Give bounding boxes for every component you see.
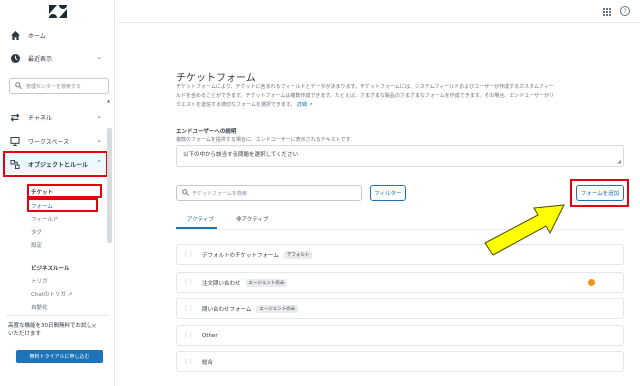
start-trial-button[interactable]: 無料トライアルに申し込む — [16, 350, 103, 363]
sidebar-item-label: ホーム — [28, 32, 46, 40]
sidebar-item-label: ワークスペース — [28, 138, 70, 146]
highlight-box-tickets — [27, 184, 102, 198]
form-row[interactable]: ⋮⋮ 注文問い合わせ エージェントのみ — [176, 272, 624, 293]
tab-inactive[interactable]: 非アクティブ — [236, 215, 268, 223]
sidebar-section-business-rules: ビジネスルール — [31, 266, 70, 272]
sidebar-item-triggers[interactable]: トリガ — [31, 277, 48, 285]
enduser-description-label: エンドユーザーへの説明 — [176, 129, 237, 135]
enduser-description-textarea[interactable]: 以下の中から該当する問題を選択してください ◢ — [176, 145, 624, 167]
status-badge: エージェントのみ — [245, 278, 288, 287]
sidebar-scrollbar[interactable] — [107, 128, 112, 243]
apps-grid-icon[interactable] — [603, 8, 611, 16]
sidebar-item-home[interactable]: ホーム — [0, 26, 112, 44]
highlight-box-objects-rules — [3, 151, 108, 177]
chevron-down-icon: ⌄ — [96, 136, 102, 144]
drag-handle-icon[interactable]: ⋮⋮ — [183, 251, 194, 258]
warning-icon[interactable] — [588, 279, 595, 286]
top-bar: ? — [116, 0, 640, 23]
help-icon[interactable]: ? — [620, 6, 630, 16]
form-name: 総合 — [202, 359, 214, 366]
details-link[interactable]: 詳細 ↗ — [297, 102, 313, 108]
sidebar: ホーム 最近表示 ⌄ 管理センターを検索する ▲ チャネル ⌄ ワークスペース … — [0, 0, 115, 386]
external-link-icon: ↗ — [308, 102, 313, 108]
status-badge: エージェントのみ — [256, 304, 299, 313]
resize-grip-icon[interactable]: ◢ — [617, 159, 621, 165]
details-link-label: 詳細 — [296, 102, 307, 108]
sidebar-item-automations[interactable]: 自動化 — [31, 303, 48, 311]
textarea-value: 以下の中から該当する問題を選択してください — [183, 152, 299, 158]
sidebar-item-chat-triggers[interactable]: Chatのトリガ ↗ — [31, 290, 72, 298]
annotation-arrow-icon — [484, 204, 565, 256]
status-badge: デフォルト — [283, 250, 313, 259]
form-name: Other — [202, 332, 218, 339]
description-text: チケットフォームにより、チケットに含まれるフィールドとデータが決まります。チケッ… — [176, 84, 555, 108]
chevron-down-icon: ⌄ — [96, 112, 102, 120]
admin-search-input[interactable]: 管理センターを検索する — [9, 78, 109, 94]
scroll-up-icon[interactable]: ▲ — [107, 98, 110, 103]
drag-handle-icon[interactable]: ⋮⋮ — [183, 279, 194, 286]
form-row[interactable]: ⋮⋮ Other — [176, 325, 624, 346]
sidebar-item-label: 最近表示 — [28, 55, 53, 63]
filter-button[interactable]: フィルター — [370, 185, 406, 201]
sidebar-item-settings[interactable]: 設定 — [31, 241, 42, 249]
close-icon[interactable]: × — [91, 322, 97, 330]
external-link-icon: ↗ — [67, 292, 73, 298]
form-row[interactable]: ⋮⋮ 問い合わせフォーム エージェントのみ — [176, 298, 624, 319]
enduser-description-hint: 複数のフォームを提供する場合に、エンドユーザーに表示されるテキストです — [176, 137, 351, 143]
promo-text: 高度な機能を30日間無料でお試しいただけます — [8, 323, 92, 337]
form-name: デフォルトのチケットフォーム — [202, 252, 279, 259]
form-search-input[interactable]: チケットフォームを検索 — [176, 185, 362, 201]
sidebar-item-recent[interactable]: 最近表示 ⌄ — [0, 49, 112, 67]
drag-handle-icon[interactable]: ⋮⋮ — [183, 332, 194, 339]
trial-promo: 高度な機能を30日間無料でお試しいただけます × 無料トライアルに申し込む — [6, 315, 109, 371]
form-name: 問い合わせフォーム — [202, 306, 252, 313]
zendesk-logo-icon[interactable] — [49, 5, 67, 18]
sidebar-item-fields[interactable]: フィールド — [31, 215, 58, 223]
chevron-down-icon: ⌄ — [96, 53, 102, 61]
form-row[interactable]: ⋮⋮ 総合 — [176, 351, 624, 372]
drag-handle-icon[interactable]: ⋮⋮ — [183, 305, 194, 312]
drag-handle-icon[interactable]: ⋮⋮ — [183, 358, 194, 365]
sidebar-item-tags[interactable]: タグ — [31, 228, 42, 236]
monitor-icon — [10, 136, 20, 146]
highlight-box-add-form — [570, 179, 629, 207]
arrows-swap-icon — [10, 112, 20, 122]
sidebar-item-label: チャネル — [28, 114, 52, 122]
search-icon — [15, 81, 22, 91]
sidebar-item-label: Chatのトリガ — [31, 292, 66, 298]
clock-icon — [10, 53, 20, 63]
highlight-box-forms — [27, 198, 98, 212]
page-title: チケットフォーム — [176, 73, 256, 84]
sidebar-item-workspaces[interactable]: ワークスペース ⌄ — [0, 132, 112, 150]
search-icon — [182, 188, 189, 198]
admin-center-app: ホーム 最近表示 ⌄ 管理センターを検索する ▲ チャネル ⌄ ワークスペース … — [0, 0, 640, 386]
home-icon — [10, 30, 20, 40]
tab-active[interactable]: アクティブ — [187, 215, 214, 223]
sidebar-item-channels[interactable]: チャネル ⌄ — [0, 108, 112, 126]
search-placeholder: 管理センターを検索する — [26, 83, 82, 90]
page-description: チケットフォームにより、チケットに含まれるフィールドとデータが決まります。チケッ… — [176, 83, 556, 110]
form-name: 注文問い合わせ — [202, 280, 241, 287]
search-placeholder: チケットフォームを検索 — [192, 190, 247, 197]
